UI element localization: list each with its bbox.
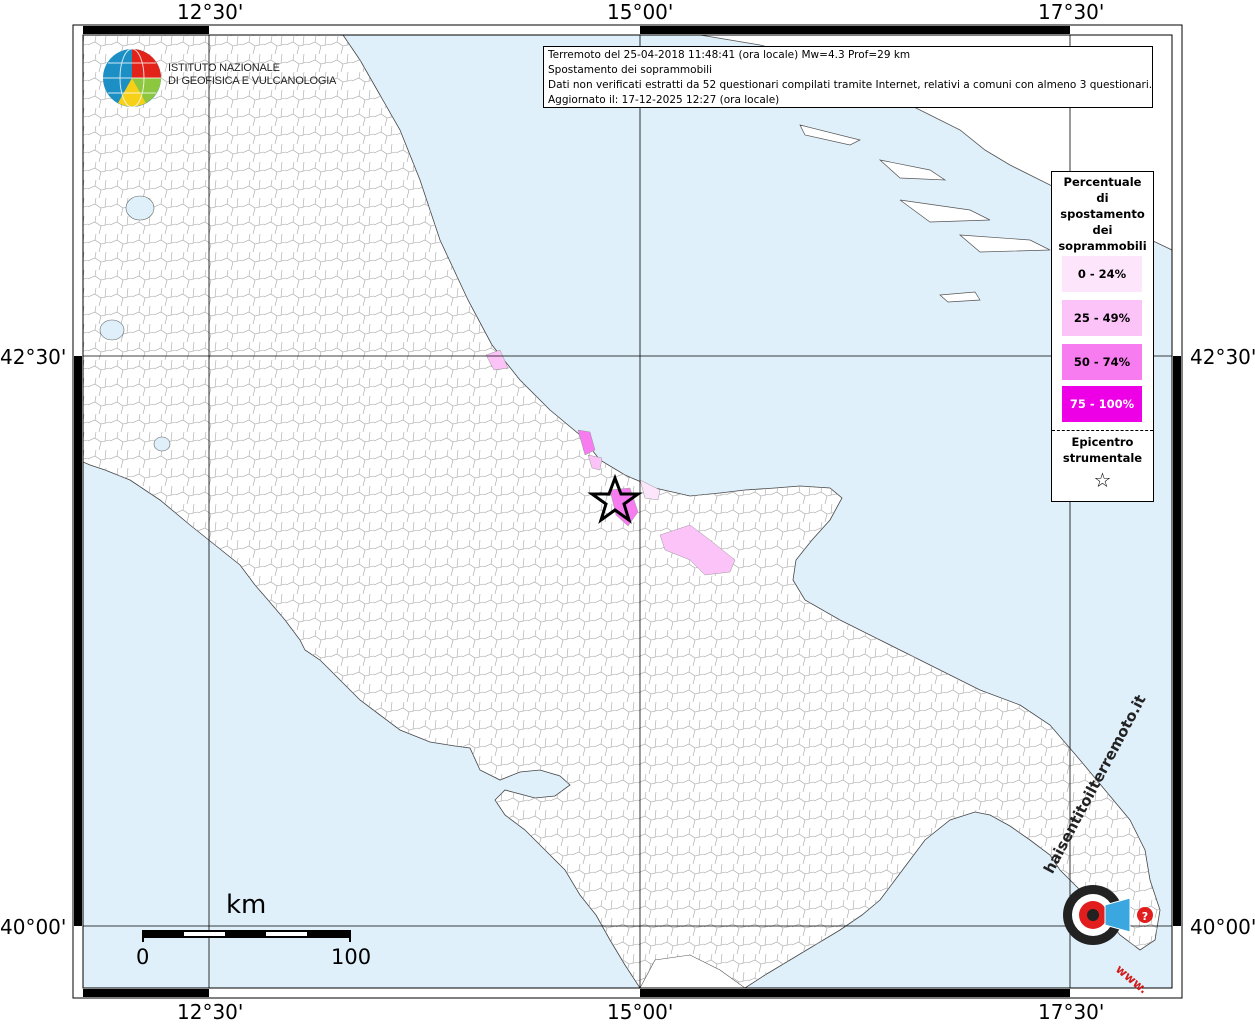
lake [99,319,125,341]
event-info-line: Spostamento dei soprammobili [548,64,712,76]
scale-max-label: 100 [331,945,372,969]
lat-label-right-north: 42°30' [1190,345,1255,369]
legend: Percentuale di spostamento dei soprammob… [1051,171,1154,502]
lat-label-left-north: 42°30' [0,345,67,369]
legend-class-75-100: 75 - 100% [1062,386,1142,422]
lake [125,195,155,221]
lon-label-bottom-east: 17°30' [1038,1000,1105,1024]
institute-name-line1: ISTITUTO NAZIONALE [168,62,280,74]
legend-epicenter-line: Epicentro [1071,435,1134,449]
lat-label-left-south: 40°00' [0,915,67,939]
event-info-line: Terremoto del 25-04-2018 11:48:41 (ora l… [548,49,911,61]
lon-label-bottom-center: 15°00' [607,1000,674,1024]
svg-text:?: ? [1142,910,1148,923]
globe-logo-icon [103,48,161,108]
scale-unit: km [226,890,267,920]
lon-label-top-east: 17°30' [1038,0,1105,24]
event-info-line: Aggiornato il: 17-12-2025 12:27 (ora loc… [548,94,780,106]
institute-name: ISTITUTO NAZIONALE DI GEOFISICA E VULCAN… [168,62,336,88]
legend-title-line: Percentuale [1063,175,1142,189]
legend-star-icon: ☆ [1093,468,1112,492]
institute-name-line2: DI GEOFISICA E VULCANOLOGIA [168,75,337,87]
legend-class-50-74: 50 - 74% [1062,344,1142,380]
legend-epicenter-label: Epicentro strumentale [1052,434,1153,466]
legend-title-line: spostamento [1060,207,1145,221]
event-info-line: Dati non verificati estratti da 52 quest… [548,79,1153,91]
lon-label-bottom-west: 12°30' [177,1000,244,1024]
legend-class-25-49: 25 - 49% [1062,300,1142,336]
legend-epicenter-line: strumentale [1062,451,1143,465]
scale-min-label: 0 [136,945,150,969]
legend-title-line: di [1096,191,1109,205]
legend-divider [1052,430,1153,431]
intensity-map: ? [72,24,1183,999]
legend-title: Percentuale di spostamento dei soprammob… [1052,174,1153,254]
legend-title-line: soprammobili [1058,239,1147,253]
lat-label-right-south: 40°00' [1190,915,1255,939]
legend-title-line: dei [1092,223,1113,237]
lon-label-top-west: 12°30' [177,0,244,24]
event-info-box: Terremoto del 25-04-2018 11:48:41 (ora l… [543,46,1153,108]
legend-class-0-24: 0 - 24% [1062,256,1142,292]
lake [153,436,171,452]
lon-label-top-center: 15°00' [607,0,674,24]
